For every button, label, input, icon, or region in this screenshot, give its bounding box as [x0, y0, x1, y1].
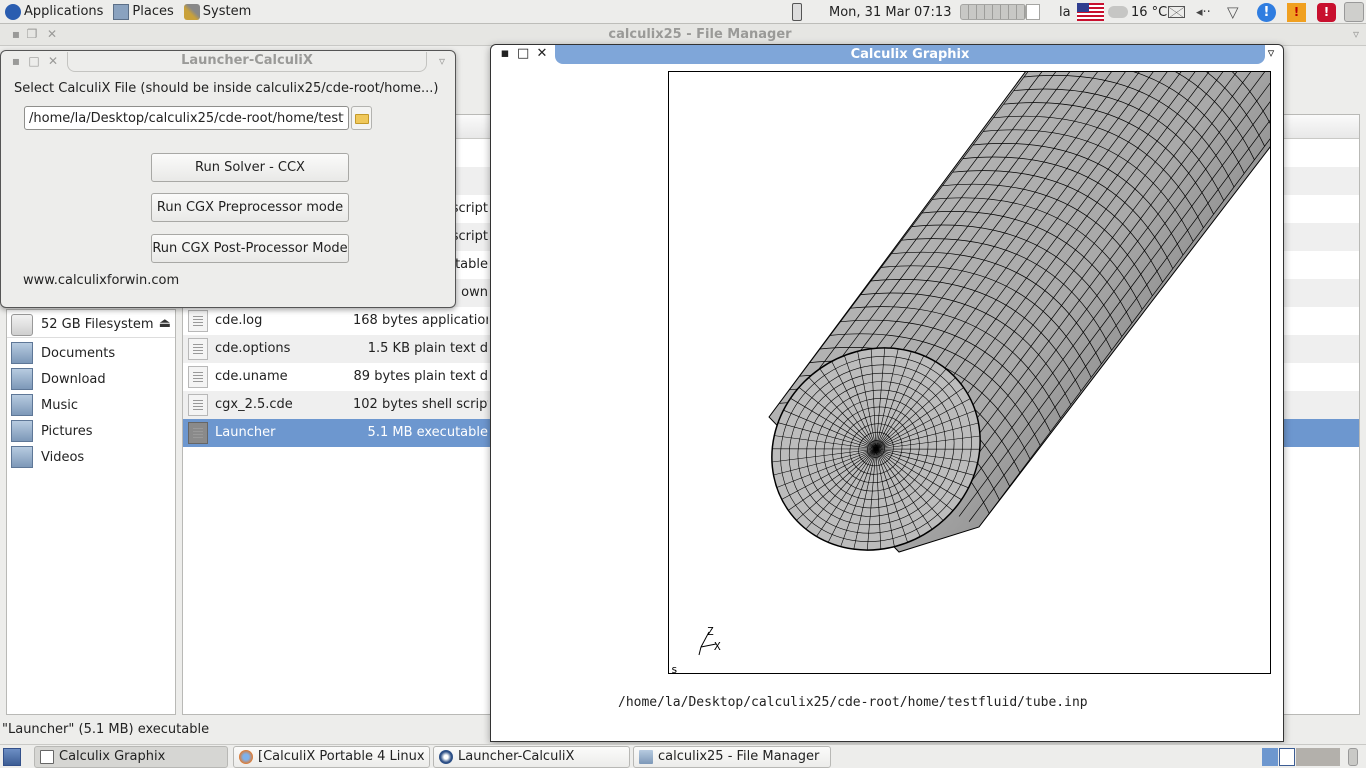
mail-icon[interactable] [1168, 0, 1185, 24]
folder-icon [639, 750, 653, 764]
browse-button[interactable] [351, 106, 372, 130]
minimize-icon[interactable]: ▪ [499, 47, 511, 60]
website-link[interactable]: www.calculixforwin.com [23, 273, 179, 288]
applications-icon [5, 3, 21, 20]
window-menu-icon[interactable]: ▿ [1265, 47, 1277, 60]
clock[interactable]: Mon, 31 Mar 07:13 [829, 0, 951, 24]
places-menu[interactable]: Places [108, 0, 178, 24]
sidebar-item-download[interactable]: Download [7, 366, 175, 392]
maximize-icon[interactable]: □ [28, 55, 40, 67]
file-path-input[interactable] [24, 106, 349, 130]
workspace-2[interactable] [1279, 748, 1295, 766]
window-title: Launcher-CalculiX [67, 52, 427, 72]
graphics-viewport[interactable]: Z X s [668, 71, 1271, 674]
window-title: calculix25 - File Manager [608, 27, 792, 42]
places-icon [113, 3, 130, 20]
workspace-1[interactable] [1262, 748, 1278, 766]
window-menu-icon[interactable]: ▿ [436, 55, 448, 67]
text-file-icon [188, 338, 208, 360]
folder-music-icon [11, 394, 33, 416]
text-file-icon [188, 366, 208, 388]
tube-mesh-render: Z X s [671, 72, 1270, 674]
executable-gear-icon [188, 422, 208, 444]
update-warning-icon[interactable]: ! [1287, 0, 1306, 24]
launcher-titlebar[interactable]: ▪ □ ✕ Launcher-CalculiX ▿ [1, 51, 455, 73]
folder-documents-icon [11, 342, 33, 364]
taskbar: Calculix Graphix [CalculiX Portable 4 Li… [0, 744, 1366, 768]
sidebar-item-music[interactable]: Music [7, 392, 175, 418]
folder-videos-icon [11, 446, 33, 468]
minimize-icon[interactable]: ▪ [10, 28, 22, 40]
window-menu-icon[interactable]: ▿ [1350, 28, 1362, 40]
task-calculix-graphix[interactable]: Calculix Graphix [34, 746, 228, 768]
eject-icon[interactable]: ⏏ [159, 316, 171, 331]
flag-us-icon[interactable] [1077, 0, 1104, 24]
workspace-switcher[interactable] [960, 0, 1040, 24]
close-icon[interactable]: ✕ [47, 55, 59, 67]
show-desktop-icon[interactable] [1344, 0, 1364, 24]
weather-icon[interactable]: 16 °C [1108, 0, 1167, 24]
model-file-path: /home/la/Desktop/calculix25/cde-root/hom… [618, 695, 1088, 710]
sidebar-item-filesystem[interactable]: 52 GB Filesystem ⏏ [7, 312, 175, 338]
sidebar-item-pictures[interactable]: Pictures [7, 418, 175, 444]
text-file-icon [188, 310, 208, 332]
viewport-corner-label: s [671, 663, 678, 674]
run-solver-button[interactable]: Run Solver - CCX [151, 153, 349, 182]
script-file-icon [188, 394, 208, 416]
file-select-label: Select CalculiX File (should be inside c… [14, 81, 439, 96]
axis-triad: Z X [698, 625, 721, 656]
firefox-icon [239, 750, 253, 764]
system-icon [183, 3, 200, 20]
window-icon [40, 750, 54, 764]
close-icon[interactable]: ✕ [536, 47, 548, 60]
folder-pictures-icon [11, 420, 33, 442]
sidebar: 52 GB Filesystem ⏏ Documents Download Mu… [6, 309, 176, 715]
system-menu[interactable]: System [179, 0, 256, 24]
error-icon[interactable]: ! [1317, 0, 1336, 24]
run-preprocessor-button[interactable]: Run CGX Preprocessor mode [151, 193, 349, 222]
sidebar-item-documents[interactable]: Documents [7, 340, 175, 366]
run-postprocessor-button[interactable]: Run CGX Post-Processor Mode [151, 234, 349, 263]
graphix-window: ▪ □ ✕ Calculix Graphix ▿ Z X s /home/la/… [490, 44, 1284, 742]
folder-open-icon [355, 114, 369, 124]
restore-icon[interactable]: ❐ [26, 28, 38, 40]
window-title: Calculix Graphix [555, 45, 1265, 64]
show-desktop-button[interactable] [3, 748, 21, 766]
axis-label-z: Z [707, 625, 714, 638]
paw-icon [439, 750, 453, 764]
keyboard-layout-indicator[interactable]: la [1059, 0, 1071, 24]
graphix-titlebar[interactable]: ▪ □ ✕ Calculix Graphix ▿ [491, 45, 1283, 65]
task-launcher[interactable]: Launcher-CalculiX [433, 746, 630, 768]
applications-menu[interactable]: Applications [0, 0, 108, 24]
battery-icon[interactable] [792, 0, 802, 24]
axis-label-x: X [714, 640, 721, 653]
status-bar: "Launcher" (5.1 MB) executable [2, 722, 210, 737]
workspace-3[interactable] [1296, 748, 1340, 766]
launcher-window: ▪ □ ✕ Launcher-CalculiX ▿ Select Calculi… [0, 50, 456, 308]
wifi-icon[interactable]: ▽ [1227, 0, 1239, 24]
top-panel: Applications Places System Mon, 31 Mar 0… [0, 0, 1366, 24]
task-file-manager[interactable]: calculix25 - File Manager [633, 746, 831, 768]
volume-icon[interactable]: ◂·· [1196, 0, 1211, 24]
trash-icon[interactable] [1348, 748, 1358, 766]
task-browser[interactable]: [CalculiX Portable 4 Linux |... [233, 746, 430, 768]
close-icon[interactable]: ✕ [46, 28, 58, 40]
info-icon[interactable]: ! [1257, 0, 1276, 24]
folder-download-icon [11, 368, 33, 390]
sidebar-item-videos[interactable]: Videos [7, 444, 175, 470]
drive-icon [11, 313, 33, 336]
minimize-icon[interactable]: ▪ [10, 55, 22, 67]
maximize-icon[interactable]: □ [517, 47, 529, 60]
file-manager-titlebar[interactable]: ▪ ❐ ✕ calculix25 - File Manager ▿ [0, 24, 1366, 46]
